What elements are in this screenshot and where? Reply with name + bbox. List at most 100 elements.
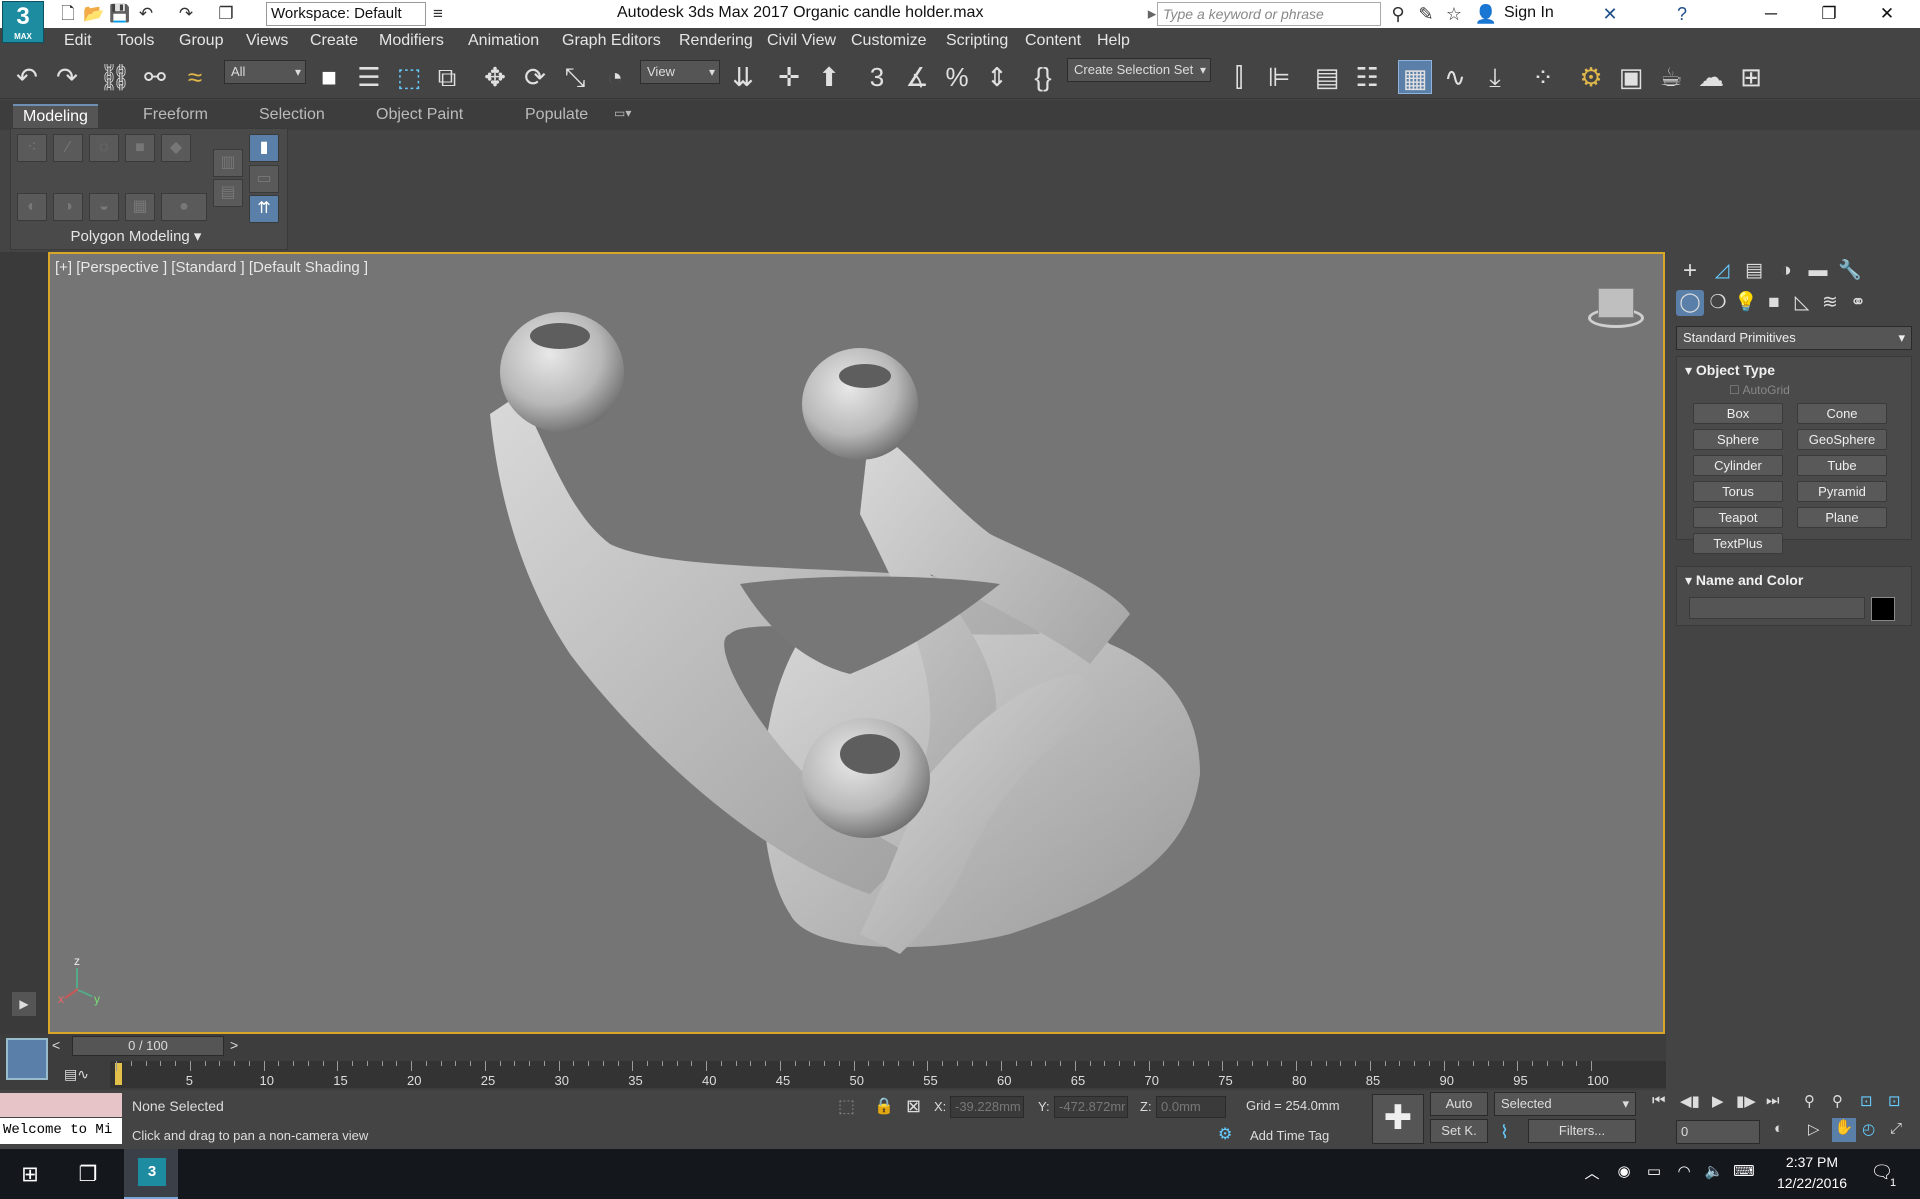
category-dropdown[interactable]: Standard Primitives [1676, 326, 1912, 350]
filters-button[interactable]: Filters... [1528, 1119, 1636, 1143]
time-slider[interactable]: 0 / 100 [72, 1036, 224, 1056]
tab-selection[interactable]: Selection [249, 104, 335, 128]
edge-icon[interactable]: ⁄ [53, 134, 83, 162]
mini-listener-icon[interactable] [6, 1038, 48, 1080]
autogrid-checkbox[interactable]: ☐ AutoGrid [1729, 383, 1790, 397]
communication-icon[interactable]: ✎ [1414, 2, 1438, 26]
mirror-icon[interactable]: ⫿ [1222, 60, 1256, 94]
menu-help[interactable]: Help [1097, 32, 1130, 50]
teapot-button[interactable]: Teapot [1693, 507, 1783, 528]
key-filter-dropdown[interactable]: Selected ▾ [1494, 1092, 1636, 1116]
select-by-name-icon[interactable]: ☰ [352, 60, 386, 94]
clock-date[interactable]: 12/22/2016 [1768, 1175, 1856, 1191]
clock-time[interactable]: 2:37 PM [1772, 1154, 1852, 1170]
name-color-title[interactable]: ▾ Name and Color [1685, 572, 1803, 589]
maxscript-result[interactable] [0, 1093, 122, 1117]
geosphere-button[interactable]: GeoSphere [1797, 429, 1887, 450]
object-name-input[interactable] [1689, 597, 1865, 619]
y-coordinate-field[interactable]: -472.872mr [1054, 1096, 1128, 1118]
task-view-icon[interactable]: ❐ [72, 1162, 104, 1187]
lights-icon[interactable]: 💡 [1732, 290, 1760, 316]
goto-end-icon[interactable]: ⏭ [1766, 1092, 1780, 1109]
torus-button[interactable]: Torus [1693, 481, 1783, 502]
layer-explorer-icon[interactable]: ☷ [1350, 60, 1384, 94]
edit-named-selection-icon[interactable]: {} [1026, 60, 1060, 94]
polygon-icon[interactable]: ■ [125, 134, 155, 162]
use-soft-selection-icon[interactable]: ▤ [213, 179, 243, 207]
tube-button[interactable]: Tube [1797, 455, 1887, 476]
time-config-icon[interactable]: ◐ [1774, 1120, 1783, 1137]
textplus-button[interactable]: TextPlus [1693, 533, 1783, 554]
wifi-icon[interactable]: ◠ [1668, 1162, 1700, 1180]
pivot-center-icon[interactable]: ⇊ [726, 60, 760, 94]
ignore-backfacing-icon[interactable]: ▮ [249, 134, 279, 162]
schematic-view-icon[interactable]: ⁘ [1526, 60, 1560, 94]
hierarchy-tab-icon[interactable]: ▤ [1740, 258, 1768, 284]
show-end-result-icon[interactable]: ▥ [213, 149, 243, 177]
menu-views[interactable]: Views [246, 32, 288, 50]
motion-tab-icon[interactable]: ◑ [1772, 258, 1800, 284]
render-setup-icon[interactable]: ⚙ [1574, 60, 1608, 94]
selection-filter-dropdown[interactable]: All [224, 60, 306, 84]
angle-snap-icon[interactable]: ∡ [900, 60, 934, 94]
workspace-dropdown[interactable]: Workspace: Default [266, 2, 426, 26]
tray-record-icon[interactable]: ◉ [1608, 1162, 1640, 1180]
curve-editor-icon[interactable]: ∿ [1438, 60, 1472, 94]
open-file-icon[interactable]: 📂 [82, 3, 106, 25]
modify-tab-icon[interactable]: ◿ [1708, 258, 1736, 284]
border-icon[interactable]: ◌ [89, 134, 119, 162]
save-file-icon[interactable]: 💾 [108, 3, 132, 25]
battery-icon[interactable]: ▭ [1638, 1162, 1670, 1180]
dope-sheet-icon[interactable]: ⤓ [1478, 60, 1512, 94]
new-file-icon[interactable]: 🗋 [56, 3, 80, 25]
rendered-frame-icon[interactable]: ▣ [1614, 60, 1648, 94]
cameras-icon[interactable]: ■ [1760, 290, 1788, 316]
previous-frame-icon[interactable]: ◀▮ [1680, 1092, 1700, 1110]
menu-customize[interactable]: Customize [851, 32, 927, 50]
key-mode-icon[interactable]: ⌇ [1500, 1122, 1509, 1143]
lock-icon[interactable]: 🔒 [874, 1096, 894, 1116]
next-mode-icon[interactable]: ◒ [89, 193, 119, 221]
select-object-icon[interactable]: ■ [312, 60, 346, 94]
element-icon[interactable]: ◆ [161, 134, 191, 162]
sphere-button[interactable]: Sphere [1693, 429, 1783, 450]
scale-icon[interactable]: ⤡ [558, 60, 592, 94]
current-frame-field[interactable]: 0 [1676, 1120, 1760, 1144]
pyramid-button[interactable]: Pyramid [1797, 481, 1887, 502]
scene-explorer-icon[interactable]: ▤ [1310, 60, 1344, 94]
link-icon[interactable]: ⛓ [98, 60, 132, 94]
keyboard-icon[interactable]: ⌨ [1728, 1162, 1760, 1180]
favorites-star-icon[interactable]: ☆ [1442, 2, 1466, 26]
menu-group[interactable]: Group [179, 32, 223, 50]
help-icon[interactable]: ? [1670, 2, 1694, 26]
sign-in-link[interactable]: Sign In [1504, 4, 1554, 22]
undo-icon[interactable]: ↶ [10, 60, 44, 94]
search-input[interactable]: Type a keyword or phrase [1157, 2, 1381, 26]
expand-panel-icon[interactable]: ▶ [12, 992, 36, 1016]
user-icon[interactable]: 👤 [1474, 2, 1498, 26]
modify-mode-icon[interactable]: ◐ [17, 193, 47, 221]
minimize-icon[interactable]: ─ [1748, 0, 1794, 28]
zoom-all-icon[interactable]: ⚲ [1832, 1092, 1843, 1110]
spinner-snap-icon[interactable]: ⇕ [980, 60, 1014, 94]
pin-stack-icon[interactable]: ▭ [249, 165, 279, 193]
menu-edit[interactable]: Edit [64, 32, 92, 50]
viewcube-icon[interactable] [1576, 284, 1644, 330]
binoculars-icon[interactable]: ⚲ [1386, 2, 1410, 26]
menu-tools[interactable]: Tools [117, 32, 154, 50]
zoom-icon[interactable]: ⚲ [1804, 1092, 1815, 1110]
previous-mode-icon[interactable]: ◑ [53, 193, 83, 221]
rotate-icon[interactable]: ⟳ [518, 60, 552, 94]
start-windows-icon[interactable]: ⊞ [14, 1162, 46, 1187]
create-tab-icon[interactable]: + [1676, 258, 1704, 284]
percent-snap-icon[interactable]: % [940, 60, 974, 94]
curve-editor-mini-icon[interactable]: ▤∿ [64, 1066, 89, 1083]
render-cloud-icon[interactable]: ☁ [1694, 60, 1728, 94]
isolate-icon[interactable]: ⬚ [838, 1096, 855, 1117]
absolute-mode-icon[interactable]: ⊠ [906, 1096, 921, 1117]
tab-object-paint[interactable]: Object Paint [366, 104, 473, 128]
menu-rendering[interactable]: Rendering [679, 32, 753, 50]
redo-icon[interactable]: ↷ [50, 60, 84, 94]
project-folder-icon[interactable]: ❐ [214, 3, 238, 25]
track-bar[interactable]: 5 10 15 20 25 30 35 40 45 50 55 60 65 70 75 80 85 90 95 100 [110, 1061, 1666, 1088]
